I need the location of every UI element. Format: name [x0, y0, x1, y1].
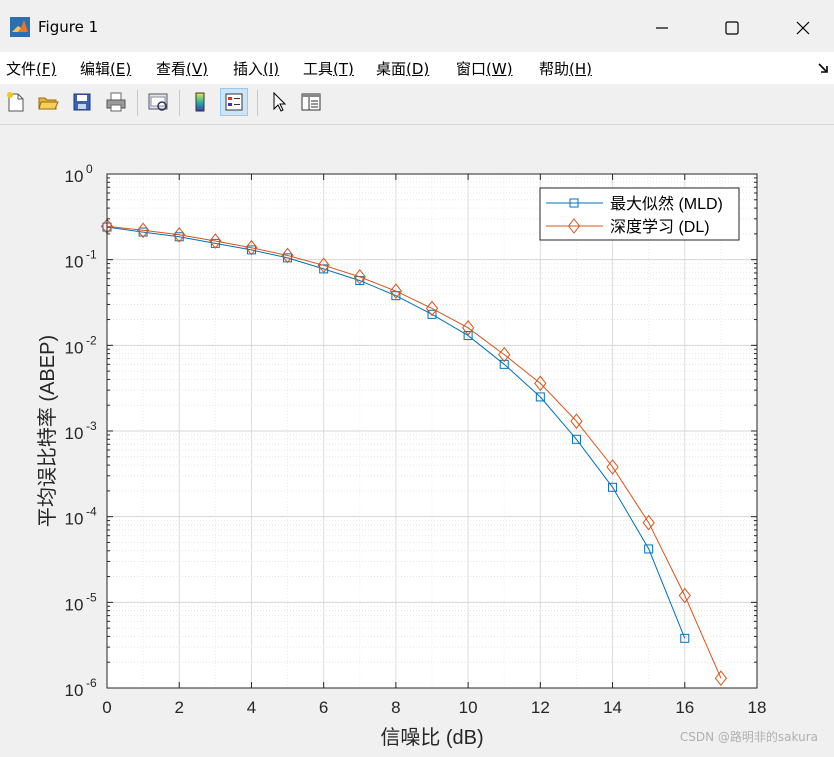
x-tick-label: 18 [748, 698, 767, 717]
menu-view-key: (V) [186, 60, 208, 78]
open-file-icon [38, 97, 59, 110]
print-preview-button[interactable] [144, 88, 172, 116]
y-tick-label: 10 [65, 167, 84, 186]
x-tick-label: 12 [531, 698, 550, 717]
legend-icon [225, 93, 243, 111]
menu-view-label: 查看 [156, 60, 187, 78]
menu-tools-key: (T) [333, 60, 354, 78]
menu-tools-label: 工具 [303, 60, 334, 78]
y-axis-label: 平均误比特率 (ABEP) [36, 335, 59, 527]
y-tick-label: 10 [65, 253, 84, 272]
menu-help-key: (H) [569, 60, 592, 78]
menu-file-key: (F) [36, 60, 57, 78]
menu-bar: 文件(F) 编辑(E) 查看(V) 插入(I) 工具(T) 桌面(D) 窗口(W… [0, 52, 834, 84]
print-button[interactable] [102, 88, 130, 116]
minimize-icon [656, 27, 668, 29]
menu-edit-label: 编辑 [80, 60, 111, 78]
abep-chart: 0 2 4 6 8 10 12 14 16 18 10 010 -110 -210 -310 -410 -51… [36, 162, 766, 749]
colorbar-button[interactable] [186, 88, 214, 116]
edit-plot-button[interactable] [264, 88, 292, 116]
toolbar-separator [179, 90, 180, 116]
toolbar-separator [137, 90, 138, 116]
maximize-icon [725, 21, 739, 35]
menu-help[interactable]: 帮助(H) [539, 58, 592, 79]
close-button[interactable] [783, 12, 823, 44]
y-tick-label: 10 [65, 424, 84, 443]
menu-edit[interactable]: 编辑(E) [80, 58, 131, 79]
menu-file-label: 文件 [6, 60, 37, 78]
y-tick-exponent: -4 [86, 505, 97, 519]
y-tick-label: 10 [65, 510, 84, 529]
maximize-button[interactable] [712, 12, 752, 44]
menu-insert-label: 插入 [233, 60, 264, 78]
title-bar: Figure 1 [0, 0, 834, 52]
pointer-icon [273, 91, 287, 112]
menu-window-label: 窗口 [456, 60, 487, 78]
menu-file[interactable]: 文件(F) [6, 58, 56, 79]
watermark: CSDN @路明非的sakura [679, 730, 818, 744]
menu-edit-key: (E) [110, 60, 132, 78]
toolbar-separator [257, 90, 258, 116]
x-tick-labels: 0 2 4 6 8 10 12 14 16 18 [102, 698, 766, 717]
x-tick-label: 0 [102, 698, 111, 717]
y-tick-label: 10 [65, 338, 84, 357]
menu-desktop-label: 桌面 [376, 60, 407, 78]
legend-label: 深度学习 (DL) [610, 218, 710, 236]
y-tick-exponent: 0 [86, 162, 93, 176]
save-icon [73, 93, 91, 111]
figure-toolbar [0, 84, 834, 125]
x-tick-label: 16 [675, 698, 694, 717]
save-button[interactable] [68, 88, 96, 116]
menu-desktop-key: (D) [406, 60, 430, 78]
menu-insert-key: (I) [263, 60, 280, 78]
menu-help-label: 帮助 [539, 60, 570, 78]
legend-label: 最大似然 (MLD) [610, 195, 723, 213]
matlab-logo-icon [10, 17, 30, 37]
figure-canvas: 0 2 4 6 8 10 12 14 16 18 10 0 10 -1 10 -2 10 -3 10 -4 10 -5 1… [0, 125, 834, 753]
y-tick-label: 10 [65, 681, 84, 700]
y-tick-exponent: -6 [86, 676, 97, 690]
menu-window[interactable]: 窗口(W) [456, 58, 513, 79]
menu-insert[interactable]: 插入(I) [233, 58, 279, 79]
legend[interactable]: 最大似然 (MLD) 深度学习 (DL) [539, 187, 740, 241]
y-tick-label: 10 [65, 595, 84, 614]
legend-button[interactable] [220, 88, 248, 116]
dock-arrow-icon[interactable] [818, 62, 830, 74]
minimize-button[interactable] [642, 12, 682, 44]
colorbar-icon [195, 92, 205, 112]
print-preview-icon [148, 93, 168, 111]
print-icon [106, 92, 126, 112]
window-title: Figure 1 [38, 18, 99, 36]
y-tick-exponent: -1 [86, 248, 97, 262]
property-inspector-button[interactable] [297, 88, 325, 116]
x-axis-label: 信噪比 (dB) [380, 726, 483, 749]
y-tick-exponent: -2 [86, 333, 97, 347]
y-tick-labels: 10 010 -110 -210 -310 -410 -510 -6 [65, 162, 97, 700]
x-tick-label: 10 [459, 698, 478, 717]
menu-window-key: (W) [486, 60, 513, 78]
new-figure-button[interactable] [2, 88, 30, 116]
new-figure-icon [7, 92, 24, 112]
menu-tools[interactable]: 工具(T) [303, 58, 354, 79]
x-tick-label: 14 [603, 698, 622, 717]
property-inspector-icon [301, 93, 321, 111]
x-tick-label: 4 [247, 698, 256, 717]
x-tick-label: 6 [319, 698, 328, 717]
y-tick-exponent: -5 [86, 590, 97, 604]
menu-desktop[interactable]: 桌面(D) [376, 58, 429, 79]
menu-view[interactable]: 查看(V) [156, 58, 208, 79]
y-tick-exponent: -3 [86, 419, 97, 433]
close-icon [796, 21, 810, 35]
x-tick-label: 2 [174, 698, 183, 717]
x-tick-label: 8 [391, 698, 400, 717]
open-file-button[interactable] [34, 88, 62, 116]
